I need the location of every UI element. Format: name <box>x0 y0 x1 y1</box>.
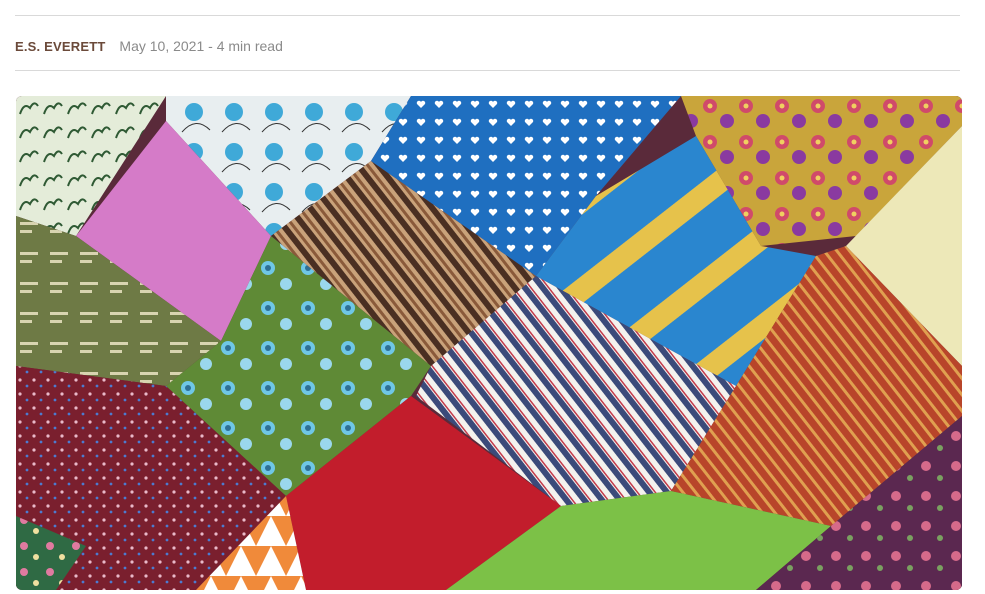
patchwork-quilt-illustration <box>16 96 962 590</box>
post-meta: E.S. EVERETT May 10, 2021 - 4 min read <box>15 37 283 56</box>
read-time: 4 min read <box>216 38 283 54</box>
post-date: May 10, 2021 <box>119 38 205 54</box>
author-link[interactable]: E.S. EVERETT <box>15 39 106 54</box>
featured-image <box>16 96 962 590</box>
quilt-patches <box>16 96 962 590</box>
meta-separator: - <box>208 38 213 54</box>
top-divider <box>15 15 960 16</box>
bottom-divider <box>15 70 960 71</box>
